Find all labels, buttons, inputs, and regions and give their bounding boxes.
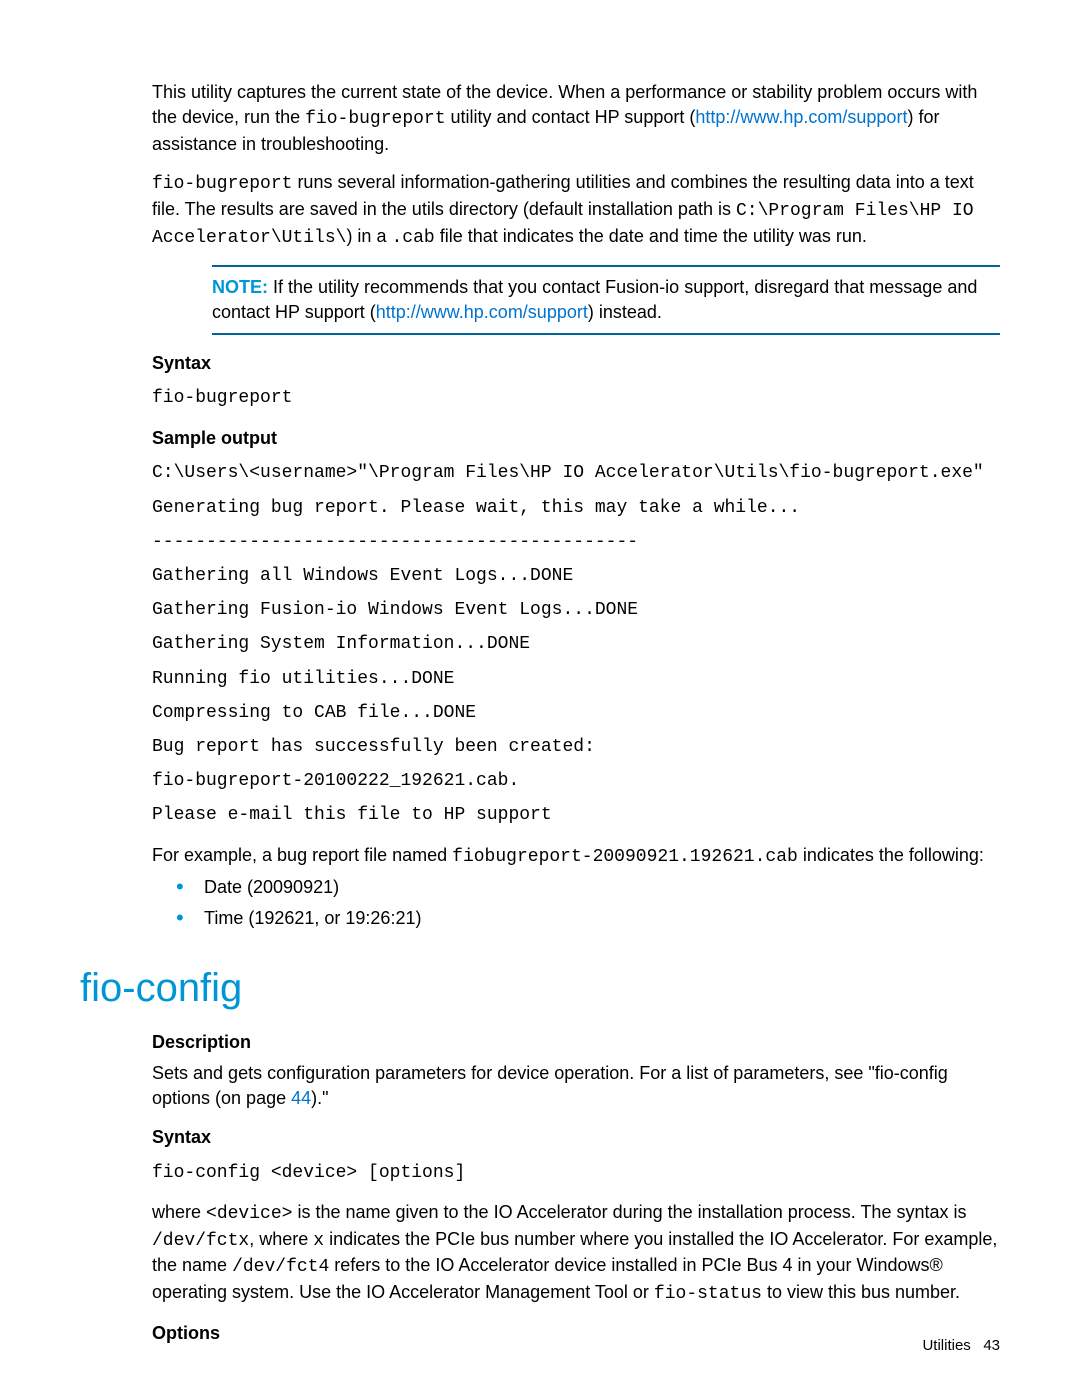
- page-link[interactable]: 44: [291, 1088, 311, 1108]
- text: where: [152, 1202, 206, 1222]
- list-text: Time (192621, or 19:26:21): [204, 908, 421, 928]
- list-text: Date (20090921): [204, 877, 339, 897]
- note-support-link[interactable]: http://www.hp.com/support: [376, 302, 588, 322]
- list-item: Time (192621, or 19:26:21): [176, 906, 1000, 931]
- where-paragraph: where <device> is the name given to the …: [152, 1200, 1000, 1307]
- page-footer: Utilities 43: [922, 1336, 1000, 1357]
- text: , where: [249, 1229, 313, 1249]
- inline-code: fio-bugreport: [152, 174, 292, 194]
- sample-output-block: C:\Users\<username>"\Program Files\HP IO…: [152, 456, 1000, 832]
- description-heading: Description: [152, 1030, 1000, 1055]
- footer-section: Utilities: [922, 1337, 970, 1354]
- text: utility and contact HP support (: [446, 107, 696, 127]
- text: is the name given to the IO Accelerator …: [292, 1202, 966, 1222]
- inline-code: fio-bugreport: [305, 109, 445, 129]
- syntax-code-2: fio-config <device> [options]: [152, 1156, 1000, 1190]
- text: For example, a bug report file named: [152, 845, 452, 865]
- inline-code: x: [313, 1231, 324, 1251]
- section-title-fio-config: fio-config: [80, 961, 1000, 1016]
- support-link[interactable]: http://www.hp.com/support: [695, 107, 907, 127]
- text: ) in a: [346, 226, 391, 246]
- text: to view this bus number.: [762, 1282, 960, 1302]
- text: indicates the following:: [798, 845, 984, 865]
- text: file that indicates the date and time th…: [435, 226, 867, 246]
- paragraph-2: fio-bugreport runs several information-g…: [152, 170, 1000, 250]
- example-list: Date (20090921) Time (192621, or 19:26:2…: [152, 875, 1000, 931]
- sample-output-heading: Sample output: [152, 426, 1000, 451]
- note-box: NOTE: If the utility recommends that you…: [212, 265, 1000, 335]
- footer-page-number: 43: [983, 1337, 1000, 1354]
- list-item: Date (20090921): [176, 875, 1000, 900]
- inline-code: /dev/fctx: [152, 1231, 249, 1251]
- example-paragraph: For example, a bug report file named fio…: [152, 843, 1000, 870]
- description-paragraph: Sets and gets configuration parameters f…: [152, 1061, 1000, 1111]
- inline-code: .cab: [391, 228, 434, 248]
- syntax-heading: Syntax: [152, 351, 1000, 376]
- text: ).": [311, 1088, 328, 1108]
- options-heading: Options: [152, 1321, 1000, 1346]
- note-label: NOTE:: [212, 277, 268, 297]
- text: Sets and gets configuration parameters f…: [152, 1063, 948, 1108]
- inline-code: fio-status: [654, 1284, 762, 1304]
- intro-paragraph: This utility captures the current state …: [152, 80, 1000, 156]
- inline-code: <device>: [206, 1204, 292, 1224]
- inline-code: fiobugreport-20090921.192621.cab: [452, 847, 798, 867]
- syntax-code: fio-bugreport: [152, 381, 1000, 415]
- syntax-heading-2: Syntax: [152, 1125, 1000, 1150]
- inline-code: /dev/fct4: [232, 1257, 329, 1277]
- note-text-b: ) instead.: [588, 302, 662, 322]
